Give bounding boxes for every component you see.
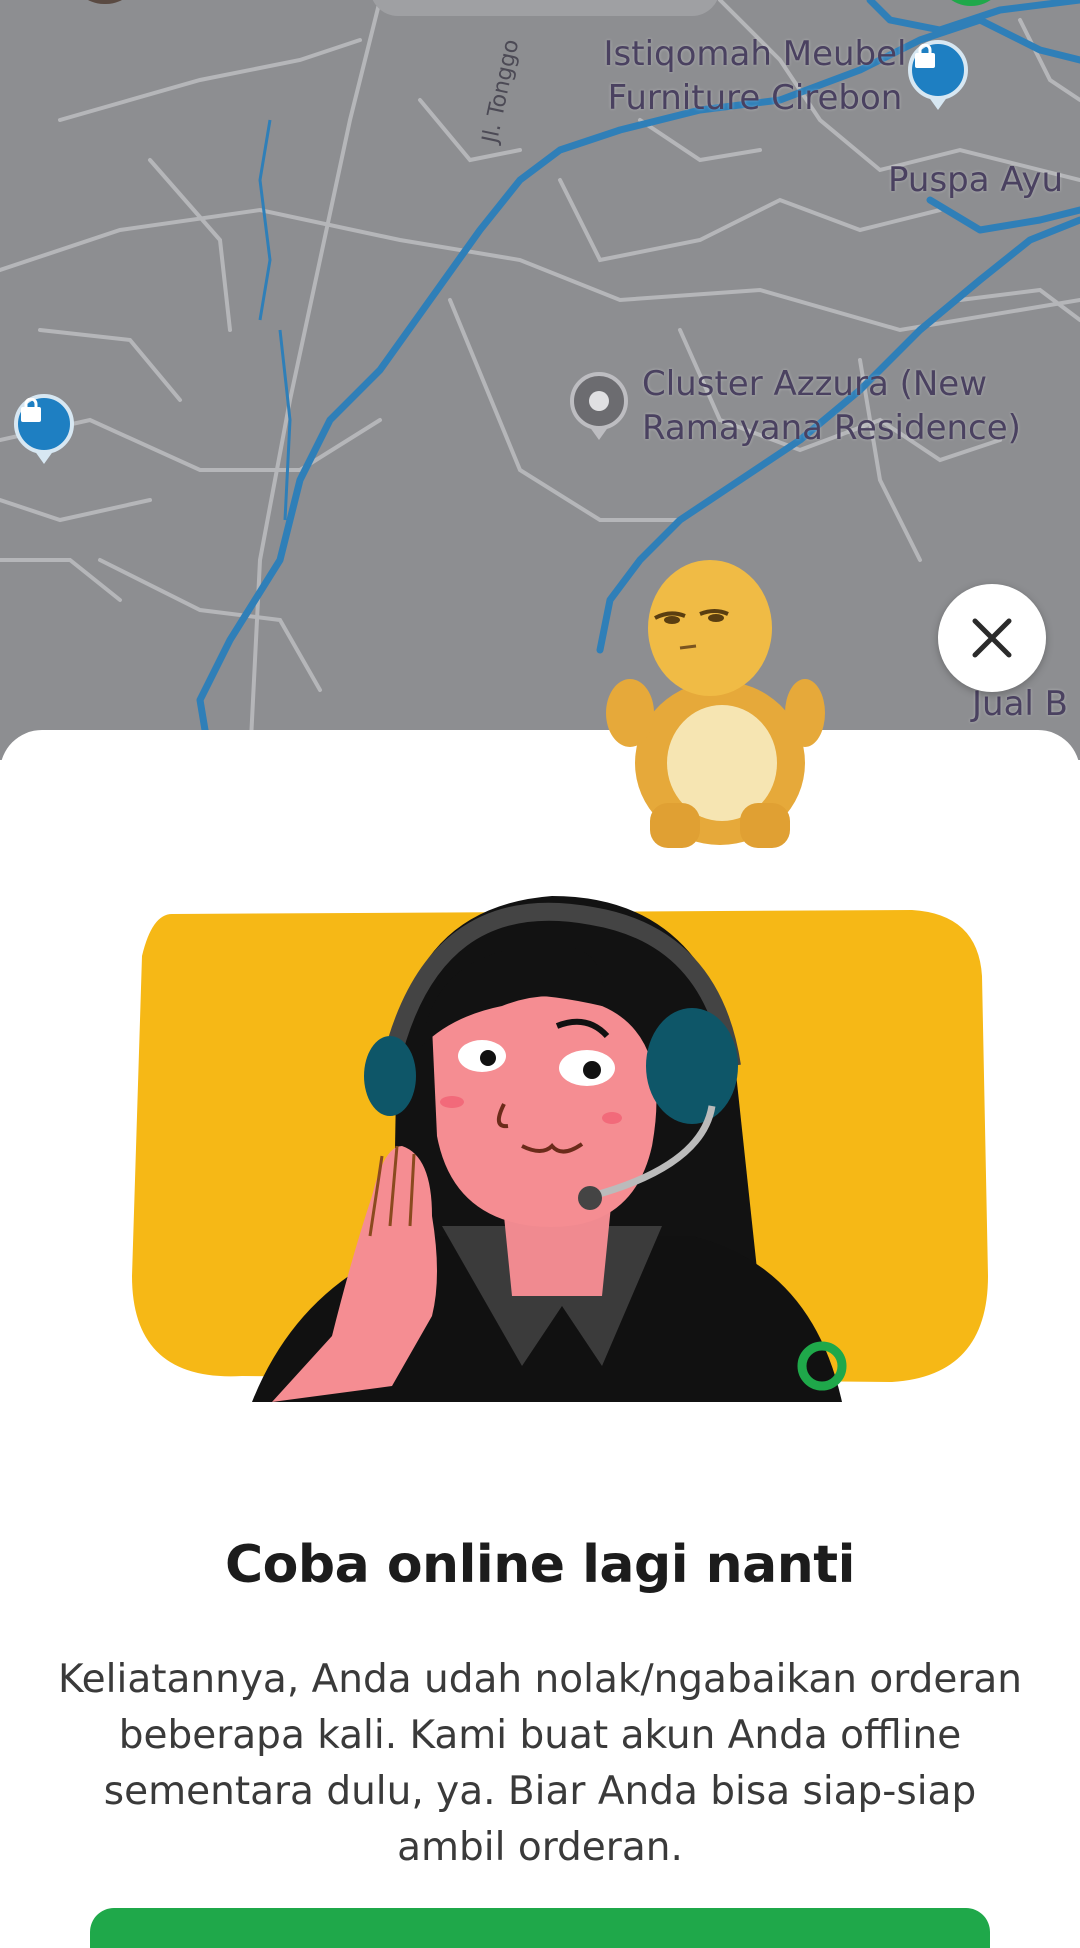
location-dot-icon [589,391,609,411]
mascot-dino-illustration [606,560,825,848]
support-agent-illustration [132,896,988,1402]
close-button[interactable] [938,584,1046,692]
shop-pin-left[interactable] [14,394,74,454]
dialog-message: Keliatannya, Anda udah nolak/ngabaikan o… [58,1657,1022,1870]
place-label-puspa-ayu: Puspa Ayu [888,160,1064,200]
map-view[interactable]: Jl. Tonggo Istiqomah Meubel Furniture Ci… [0,0,1080,760]
primary-button[interactable] [90,1908,990,1948]
place-pin[interactable] [570,372,628,430]
close-icon [972,618,1012,658]
shop-bag-icon [915,44,935,68]
shop-bag-icon [21,398,41,422]
map-search-handle[interactable] [370,0,720,16]
dialog-title: Coba online lagi nanti [225,1535,855,1595]
shop-pin[interactable] [908,40,968,100]
place-label-cluster-azzura: Cluster Azzura (New Ramayana Residence) [642,364,1021,448]
place-label-istiqomah: Istiqomah Meubel Furniture Cirebon [603,34,907,118]
